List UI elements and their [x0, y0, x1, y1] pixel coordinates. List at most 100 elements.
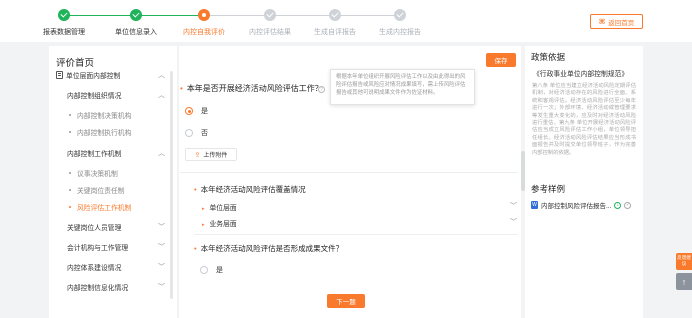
download-icon[interactable]: ↓ [614, 201, 622, 209]
bullet-icon [69, 131, 71, 133]
step-label: 报表数据管理 [43, 29, 85, 36]
bullet-icon: • [194, 185, 197, 194]
step-report-data[interactable]: 报表数据管理 [34, 9, 94, 37]
radio-yes[interactable]: 是 [200, 265, 223, 275]
radio-yes[interactable]: 是 [185, 106, 208, 116]
step-label: 单位信息录入 [115, 29, 157, 36]
check-icon [329, 9, 341, 21]
sidebar-item-label: 会计机构与工作管理 [67, 245, 129, 252]
sidebar-item-label: 关键岗位人员管理 [67, 225, 122, 232]
subsection-label: 业务层面 [209, 221, 237, 228]
preview-icon[interactable]: ✓ [624, 201, 632, 209]
sidebar-item-system-building[interactable]: 内控体系建设情况 ﹀ [49, 260, 177, 274]
sidebar-item-risk-assessment[interactable]: 风险评估工作机制 [49, 200, 177, 214]
subsection-business-level[interactable]: ▸ 业务层面 [202, 218, 237, 228]
sidebar-scrollbar[interactable] [170, 71, 173, 299]
feedback-button[interactable]: 反馈建议 [676, 253, 692, 270]
bullet-icon [69, 172, 71, 174]
sidebar-item-execution-body[interactable]: 内部控制执行机构 [49, 125, 177, 139]
next-question-button[interactable]: 下一题 [327, 294, 365, 308]
bullet-icon: • [180, 84, 183, 93]
sidebar-item-work-mechanism[interactable]: 内部控制工作机制 ︿ [49, 146, 177, 160]
question-text: 本年是否开展经济活动风险评估工作？ [186, 84, 323, 93]
check-icon [58, 9, 70, 21]
back-to-top-button[interactable]: ↑ [676, 273, 692, 290]
upload-label: 上传附件 [203, 153, 228, 159]
step-self-evaluation[interactable]: 内控自我评价 [174, 9, 234, 37]
radio-label: 否 [201, 130, 208, 137]
save-button[interactable]: 保存 [486, 53, 516, 67]
evaluation-sidebar: 评价首页 单位层面内部控制 ︿ 内部控制组织情况 ︿ 内部控制决策机构 内部控制… [49, 46, 177, 318]
step-label: 内控自我评价 [183, 29, 225, 36]
step-control-report[interactable]: 生成内控报告 [370, 9, 430, 37]
chevron-up-icon: ︿ [158, 92, 165, 99]
chevron-up-icon: ︿ [158, 150, 165, 157]
check-icon [130, 9, 142, 21]
step-label: 生成自评报告 [314, 29, 356, 36]
sidebar-item-accounting[interactable]: 会计机构与工作管理 ﹀ [49, 240, 177, 254]
subsection-label: 单位层面 [209, 205, 237, 212]
bullet-icon: • [194, 244, 197, 253]
chevron-down-icon[interactable]: ﹀ [510, 201, 517, 211]
policy-doc-title[interactable]: 《行政事业单位内部控制规范》 [533, 68, 628, 78]
subsection-unit-level[interactable]: ▸ 单位层面 [202, 202, 237, 212]
step-label: 内控评估结果 [249, 29, 291, 36]
building-icon [56, 71, 63, 79]
sidebar-item-informatization[interactable]: 内部控制信息化情况 ﹀ [49, 280, 177, 294]
policy-title: 政策依据 [531, 52, 566, 62]
step-self-report[interactable]: 生成自评报告 [305, 9, 365, 37]
question-title: • 本年经济活动风险评估是否形成成果文件？ [194, 243, 343, 254]
sidebar-item-key-personnel[interactable]: 关键岗位人员管理 ﹀ [49, 220, 177, 234]
question-text: 本年经济活动风险评估是否形成成果文件？ [200, 244, 344, 253]
radio-unchecked-icon [200, 266, 208, 274]
upload-icon: ⇪ [194, 151, 201, 159]
bullet-icon [69, 114, 71, 116]
policy-body: 第八条 单位应当建立经济活动风险定期评估机制，对经济活动存在的风险进行全面、系统… [532, 83, 636, 156]
radio-no[interactable]: 否 [185, 128, 208, 138]
bullet-icon [69, 206, 71, 208]
chevron-down-icon: ﹀ [158, 264, 165, 271]
step-evaluation-result[interactable]: 内控评估结果 [240, 9, 300, 37]
sidebar-item-label: 内部控制决策机构 [77, 113, 132, 120]
example-file[interactable]: W 内部控制风险评估报告... ↓ ✓ [531, 200, 632, 210]
check-icon [264, 9, 276, 21]
sidebar-item-label: 内部控制信息化情况 [67, 285, 129, 292]
current-step-icon [198, 9, 210, 21]
step-label: 生成内控报告 [379, 29, 421, 36]
sidebar-item-label: 议事决策机制 [77, 171, 118, 178]
sidebar-title[interactable]: 评价首页 [56, 55, 94, 69]
sidebar-item-label: 内控体系建设情况 [67, 265, 122, 272]
sidebar-item-label: 内部控制执行机构 [77, 130, 132, 137]
sidebar-item-decision-body[interactable]: 内部控制决策机构 [49, 108, 177, 122]
return-home-button[interactable]: ⌘ 返回首页 [590, 14, 643, 29]
help-tooltip: 根据本年单位组织开展风险评估工作以及由此得出的风险评估报告或风险应对情况成果填写… [330, 69, 475, 105]
section-title: • 本年经济活动风险评估覆盖情况 [194, 184, 306, 195]
chevron-down-icon[interactable]: ﹀ [510, 217, 517, 227]
home-icon: ⌘ [598, 18, 606, 26]
upload-attachment-button[interactable]: ⇪ 上传附件 [185, 148, 237, 161]
chevron-down-icon: ﹀ [158, 224, 165, 231]
example-file-name: 内部控制风险评估报告... [541, 203, 612, 210]
help-icon[interactable]: ? [318, 86, 325, 93]
word-file-icon: W [531, 201, 538, 209]
section-text: 本年经济活动风险评估覆盖情况 [200, 185, 306, 194]
step-unit-info[interactable]: 单位信息录入 [106, 9, 166, 37]
sidebar-item-unit-level[interactable]: 单位层面内部控制 ︿ [49, 68, 177, 82]
chevron-down-icon: ﹀ [158, 284, 165, 291]
sidebar-item-key-post[interactable]: 关键岗位责任制 [49, 183, 177, 197]
sidebar-item-org[interactable]: 内部控制组织情况 ︿ [49, 88, 177, 102]
sidebar-item-label: 关键岗位责任制 [77, 188, 125, 195]
sidebar-item-deliberation[interactable]: 议事决策机制 [49, 166, 177, 180]
radio-unchecked-icon [185, 129, 193, 137]
radio-label: 是 [201, 108, 208, 115]
bullet-icon [69, 189, 71, 191]
examples-title: 参考样例 [531, 184, 566, 194]
return-home-label: 返回首页 [608, 19, 635, 27]
question-title: • 本年是否开展经济活动风险评估工作？ [180, 83, 323, 94]
sidebar-item-label: 内部控制工作机制 [67, 151, 122, 158]
sidebar-item-label: 风险评估工作机制 [77, 205, 132, 212]
caret-right-icon: ▸ [202, 206, 205, 212]
chevron-down-icon: ﹀ [158, 244, 165, 251]
divider [194, 234, 518, 235]
sidebar-item-label: 内部控制组织情况 [67, 93, 122, 100]
